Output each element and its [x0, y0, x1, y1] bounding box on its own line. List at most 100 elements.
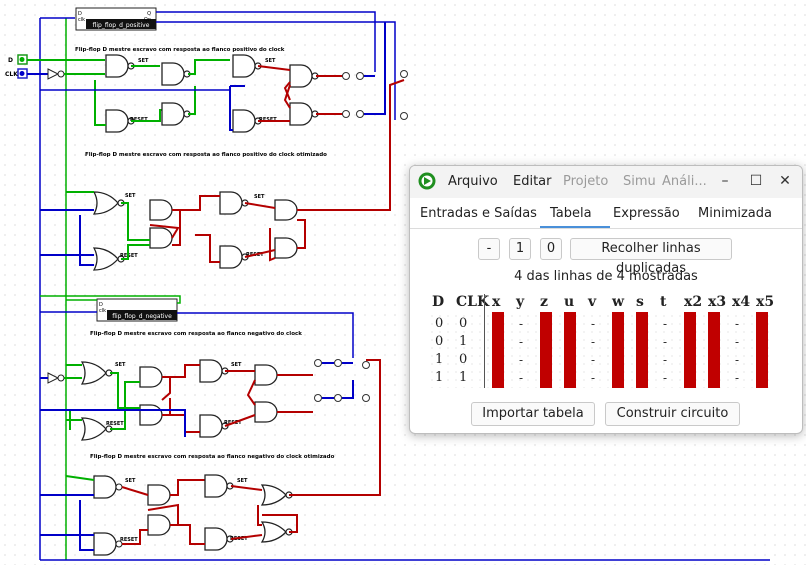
truth-table-dont-care-cell[interactable]: -	[519, 335, 523, 349]
output-pin-x5[interactable]	[362, 394, 370, 402]
truth-table-dont-care-cell[interactable]: -	[663, 317, 667, 331]
nor-gate-set-3[interactable]	[80, 361, 107, 385]
truth-table-header-output: z	[540, 294, 548, 310]
output-pin-x3[interactable]	[334, 394, 342, 402]
not-gate[interactable]	[47, 68, 60, 80]
truth-table-header-output: x5	[756, 294, 775, 310]
truth-table-dont-care-cell[interactable]: -	[591, 335, 595, 349]
output-column-error-x5[interactable]	[756, 312, 768, 388]
close-button[interactable]: ✕	[774, 171, 796, 191]
wire	[342, 380, 354, 399]
and-gate-3d[interactable]	[254, 401, 278, 423]
output-pin-x[interactable]	[342, 72, 350, 80]
output-column-error-x2[interactable]	[684, 312, 696, 388]
combinational-analysis-window[interactable]: Arquivo Editar Projeto Simu Análi... – ☐…	[409, 165, 803, 434]
output-pin-s[interactable]	[314, 359, 322, 367]
nand-gate-master-1[interactable]	[161, 62, 185, 86]
nand-gate-reset-4[interactable]	[93, 532, 117, 556]
truth-table-dont-care-cell[interactable]: -	[663, 371, 667, 385]
output-pin-v[interactable]	[400, 70, 408, 78]
subcircuit-label: flip_flop_d_positive	[93, 22, 150, 29]
nand-gate-slave-set-2[interactable]	[219, 191, 243, 215]
output-column-error-u[interactable]	[564, 312, 576, 388]
and-gate-2a[interactable]	[149, 199, 173, 221]
nand-gate-slave-reset-2[interactable]	[219, 245, 243, 269]
tab-entradas-saidas[interactable]: Entradas e Saídas	[420, 206, 537, 221]
truth-table-dont-care-cell[interactable]: -	[735, 335, 739, 349]
nor-gate-reset-2[interactable]	[92, 247, 119, 271]
subcircuit-label: flip_flop_d_negative	[112, 313, 172, 320]
output-pin-t[interactable]	[334, 359, 342, 367]
wire	[121, 202, 150, 241]
output-column-error-z[interactable]	[540, 312, 552, 388]
truth-table-dont-care-cell[interactable]: -	[591, 317, 595, 331]
output-pin-u[interactable]	[356, 110, 364, 118]
nand-gate-slave-reset-3[interactable]	[199, 414, 223, 438]
output-pin-w[interactable]	[400, 112, 408, 120]
and-gate-2c[interactable]	[274, 199, 298, 221]
nand-gate-set-1[interactable]	[105, 54, 129, 78]
collapse-duplicates-button[interactable]: Recolher linhas duplicadas	[570, 238, 732, 276]
not-gate[interactable]	[47, 372, 60, 384]
nand-gate-set-4[interactable]	[93, 475, 117, 499]
truth-table-input-cell: 1	[459, 370, 468, 385]
and-gate-4a[interactable]	[147, 484, 171, 506]
truth-table-dont-care-cell[interactable]: -	[735, 353, 739, 367]
output-column-error-s[interactable]	[636, 312, 648, 388]
tab-minimizada[interactable]: Minimizada	[698, 206, 772, 221]
truth-table-dont-care-cell[interactable]: -	[735, 371, 739, 385]
menu-editar[interactable]: Editar	[513, 174, 552, 189]
and-gate-3c[interactable]	[254, 364, 278, 386]
output-pin-z[interactable]	[342, 110, 350, 118]
nand-gate-slave-set-1[interactable]	[232, 54, 256, 78]
dont-care-button[interactable]: -	[478, 238, 500, 260]
and-gate-3a[interactable]	[139, 366, 163, 388]
build-circuit-button[interactable]: Construir circuito	[605, 402, 740, 426]
nor-gate-out-4a[interactable]	[260, 484, 287, 506]
nand-gate-slave-out-2[interactable]	[289, 102, 313, 126]
and-gate-3b[interactable]	[139, 404, 163, 426]
output-column-error-x3[interactable]	[708, 312, 720, 388]
output-pin-y[interactable]	[356, 72, 364, 80]
nand-gate-slave-set-3[interactable]	[199, 359, 223, 383]
nor-gate-out-4b[interactable]	[260, 521, 287, 543]
maximize-button[interactable]: ☐	[745, 171, 767, 191]
nor-gate-reset-3[interactable]	[80, 417, 107, 441]
menu-analise[interactable]: Análi...	[662, 174, 707, 189]
tab-expressao[interactable]: Expressão	[613, 206, 680, 221]
and-gate-4b[interactable]	[147, 514, 171, 536]
and-gate-2b[interactable]	[149, 227, 173, 249]
import-table-button[interactable]: Importar tabela	[471, 402, 595, 426]
truth-table-dont-care-cell[interactable]: -	[519, 317, 523, 331]
truth-table-dont-care-cell[interactable]: -	[591, 353, 595, 367]
zero-button[interactable]: 0	[540, 238, 562, 260]
tab-tabela[interactable]: Tabela	[550, 206, 592, 221]
and-gate-2d[interactable]	[274, 237, 298, 259]
window-titlebar[interactable]: Arquivo Editar Projeto Simu Análi... – ☐…	[410, 166, 802, 198]
nand-gate-slave-reset-1[interactable]	[232, 109, 256, 133]
active-tab-indicator	[540, 226, 610, 228]
truth-table[interactable]: D CLK x y z u v w s t x2 x3 x4 x5 0 0 0 1 1 0 1 1- - - - - - - - - - - -…	[428, 294, 774, 388]
output-pin-x2[interactable]	[314, 394, 322, 402]
output-pin-x4[interactable]	[362, 361, 370, 369]
menu-simular[interactable]: Simu	[623, 174, 656, 189]
truth-table-dont-care-cell[interactable]: -	[519, 371, 523, 385]
minimize-button[interactable]: –	[714, 171, 736, 191]
output-column-error-w[interactable]	[612, 312, 624, 388]
output-column-error-x[interactable]	[492, 312, 504, 388]
one-button[interactable]: 1	[509, 238, 531, 260]
nand-gate-reset-1[interactable]	[105, 109, 129, 133]
truth-table-header-output: t	[660, 294, 667, 310]
nor-gate-set-2[interactable]	[92, 191, 119, 215]
truth-table-dont-care-cell[interactable]: -	[519, 353, 523, 367]
truth-table-dont-care-cell[interactable]: -	[591, 371, 595, 385]
menu-projeto[interactable]: Projeto	[563, 174, 608, 189]
nand-gate-slave-reset-4[interactable]	[204, 527, 228, 551]
truth-table-dont-care-cell[interactable]: -	[663, 335, 667, 349]
nand-gate-slave-set-4[interactable]	[204, 474, 228, 498]
truth-table-dont-care-cell[interactable]: -	[735, 317, 739, 331]
nand-gate-master-2[interactable]	[161, 102, 185, 126]
menu-arquivo[interactable]: Arquivo	[448, 174, 498, 189]
nand-gate-slave-out-1[interactable]	[289, 64, 313, 88]
truth-table-dont-care-cell[interactable]: -	[663, 353, 667, 367]
